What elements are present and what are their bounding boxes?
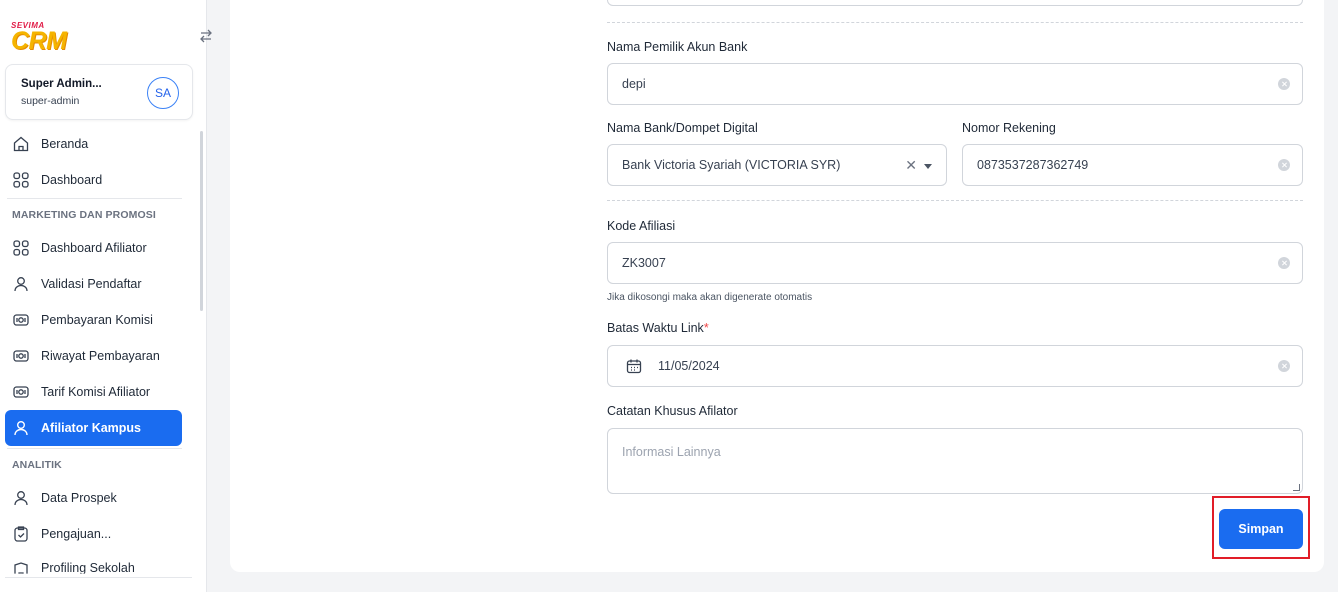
notes-textarea[interactable]: Informasi Lainnya xyxy=(607,428,1303,494)
clear-icon[interactable] xyxy=(1278,360,1290,372)
clear-selection-icon[interactable]: ✕ xyxy=(905,157,917,174)
sidebar-item-afiliator-kampus[interactable]: Afiliator Kampus xyxy=(5,410,182,446)
bank-select[interactable]: Bank Victoria Syariah (VICTORIA SYR) ✕ xyxy=(607,144,947,186)
sidebar-item-label: Pengajuan... xyxy=(41,527,112,541)
deadline-label: Batas Waktu Link* xyxy=(607,321,709,335)
calendar-icon[interactable] xyxy=(626,358,642,374)
bank-select-value: Bank Victoria Syariah (VICTORIA SYR) xyxy=(622,158,841,172)
clipboard-check-icon xyxy=(14,526,28,542)
money-icon xyxy=(13,350,29,362)
grid-icon xyxy=(13,172,29,188)
avatar[interactable]: SA xyxy=(147,77,179,109)
owner-name-input[interactable]: depi xyxy=(607,63,1303,105)
account-number-label: Nomor Rekening xyxy=(962,121,1056,135)
home-icon xyxy=(13,136,29,152)
deadline-date-value: 11/05/2024 xyxy=(658,359,720,373)
form-divider xyxy=(607,22,1303,23)
clear-icon[interactable] xyxy=(1278,257,1290,269)
sidebar-item-tarif-komisi[interactable]: Tarif Komisi Afiliator xyxy=(5,374,182,410)
user-icon xyxy=(14,491,28,506)
owner-name-label: Nama Pemilik Akun Bank xyxy=(607,40,748,54)
sidebar-item-dashboard[interactable]: Dashboard xyxy=(5,162,182,198)
sidebar-item-label: Tarif Komisi Afiliator xyxy=(41,385,151,399)
money-icon xyxy=(13,386,29,398)
user-profile-card[interactable]: Super Admin... super-admin SA xyxy=(5,64,193,120)
sidebar-item-pembayaran-komisi[interactable]: Pembayaran Komisi xyxy=(5,302,182,338)
sidebar-item-dashboard-afiliator[interactable]: Dashboard Afiliator xyxy=(5,230,182,266)
nav-section-marketing: MARKETING DAN PROMOSI xyxy=(12,208,156,221)
sidebar-item-riwayat-pembayaran[interactable]: Riwayat Pembayaran xyxy=(5,338,182,374)
swap-arrows-icon[interactable] xyxy=(198,28,214,44)
user-role: super-admin xyxy=(21,95,80,107)
sidebar-item-label: Beranda xyxy=(41,137,89,151)
sidebar-item-label: Dashboard Afiliator xyxy=(41,241,147,255)
user-name: Super Admin... xyxy=(21,78,102,90)
deadline-label-text: Batas Waktu Link xyxy=(607,321,704,335)
previous-field[interactable] xyxy=(607,0,1303,6)
save-button[interactable]: Simpan xyxy=(1219,509,1303,549)
deadline-date-input[interactable]: 11/05/2024 xyxy=(607,345,1303,387)
bank-label: Nama Bank/Dompet Digital xyxy=(607,121,758,135)
nav-section-analitik: ANALITIK xyxy=(12,458,62,471)
sidebar-footer-divider xyxy=(5,577,192,578)
sidebar-scrollbar[interactable] xyxy=(200,131,203,311)
sidebar-item-label: Dashboard xyxy=(41,173,103,187)
sidebar-item-data-prospek[interactable]: Data Prospek xyxy=(5,480,182,516)
form-divider xyxy=(607,200,1303,201)
owner-name-value: depi xyxy=(622,77,646,91)
sidebar-item-label: Data Prospek xyxy=(41,491,117,505)
sidebar-item-validasi-pendaftar[interactable]: Validasi Pendaftar xyxy=(5,266,182,302)
logo-crm-text: CRM xyxy=(11,27,67,55)
money-icon xyxy=(13,314,29,326)
sidebar-item-label: Riwayat Pembayaran xyxy=(41,349,160,363)
sidebar-item-label: Validasi Pendaftar xyxy=(41,277,142,291)
sidebar-item-label: Profiling Sekolah xyxy=(41,561,135,575)
sidebar-item-label: Afiliator Kampus xyxy=(41,421,142,435)
user-icon xyxy=(14,421,28,436)
clear-icon[interactable] xyxy=(1278,159,1290,171)
sidebar-item-profiling-sekolah[interactable]: Profiling Sekolah xyxy=(5,552,182,575)
affiliate-code-hint: Jika dikosongi maka akan digenerate otom… xyxy=(607,292,813,303)
crm-logo[interactable]: SEVIMA CRM xyxy=(11,22,67,55)
affiliate-code-label: Kode Afiliasi xyxy=(607,219,676,233)
user-icon xyxy=(14,277,28,292)
notes-label: Catatan Khusus Afilator xyxy=(607,404,738,418)
required-asterisk: * xyxy=(703,321,709,335)
affiliate-code-input[interactable]: ZK3007 xyxy=(607,242,1303,284)
account-number-input[interactable]: 0873537287362749 xyxy=(962,144,1303,186)
clear-icon[interactable] xyxy=(1278,78,1290,90)
sidebar-item-pengajuan[interactable]: Pengajuan... xyxy=(5,516,182,552)
affiliate-code-value: ZK3007 xyxy=(622,256,666,270)
resize-handle-icon[interactable] xyxy=(1293,484,1300,491)
notes-placeholder: Informasi Lainnya xyxy=(622,445,721,459)
grid-icon xyxy=(13,240,29,256)
sidebar-item-beranda[interactable]: Beranda xyxy=(5,126,182,162)
sidebar: SEVIMA CRM Super Admin... super-admin SA… xyxy=(0,0,212,592)
account-number-value: 0873537287362749 xyxy=(977,158,1089,172)
sidebar-nav: Beranda Dashboard MARKETING DAN PROMOSI … xyxy=(5,126,182,588)
chevron-down-icon[interactable] xyxy=(924,164,932,169)
sidebar-item-label: Pembayaran Komisi xyxy=(41,313,153,327)
